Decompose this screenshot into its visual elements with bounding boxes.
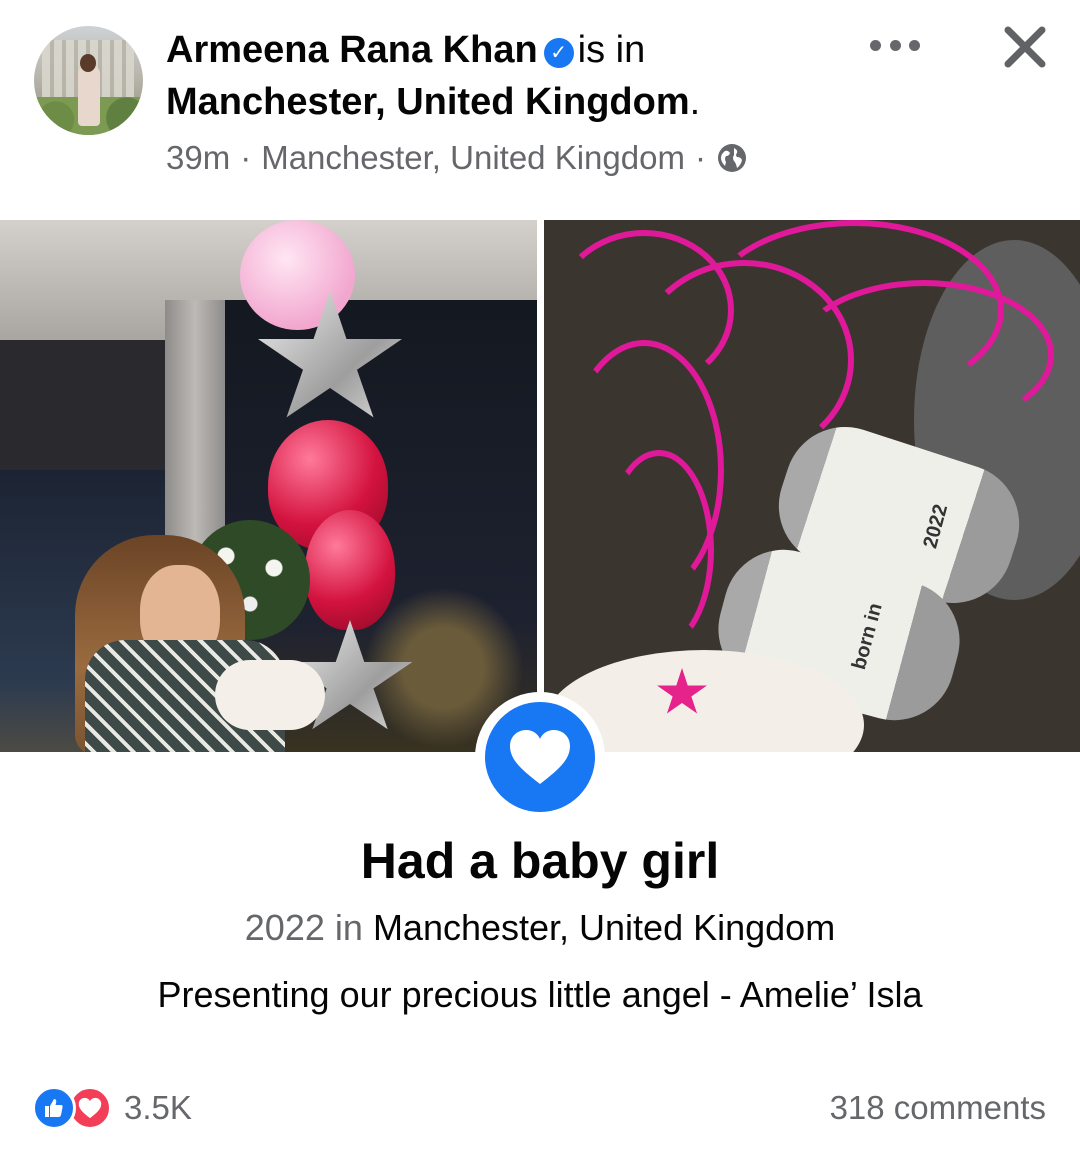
post-time[interactable]: 39m (166, 138, 230, 178)
like-icon (32, 1086, 76, 1130)
photo-baby-socks[interactable]: 2022 born in (544, 220, 1080, 752)
author-name[interactable]: Armeena Rana Khan (166, 29, 538, 71)
life-event-subtitle: 2022 in Manchester, United Kingdom (0, 905, 1080, 951)
comments-count-link[interactable]: 318 comments (830, 1086, 1046, 1130)
author-avatar[interactable] (34, 26, 143, 135)
life-event-year: 2022 (244, 907, 325, 948)
life-event-badge (475, 692, 605, 822)
meta-location[interactable]: Manchester, United Kingdom (261, 138, 685, 178)
close-icon[interactable] (1000, 22, 1050, 72)
life-event-title: Had a baby girl (360, 833, 720, 889)
verified-badge-icon: ✓ (543, 38, 574, 68)
life-event-in: in (334, 907, 363, 948)
globe-icon (717, 144, 746, 172)
check-in-verb: is in (577, 29, 646, 71)
reaction-count: 3.5K (124, 1089, 192, 1126)
baby (215, 660, 325, 730)
photo-mother-with-baby[interactable] (0, 220, 537, 752)
check-in-location[interactable]: Manchester, United Kingdom (166, 81, 690, 123)
post-caption: Presenting our precious little angel - A… (157, 974, 923, 1015)
heart-balloon (305, 510, 395, 630)
post-meta: 39m · Manchester, United Kingdom · (166, 138, 748, 178)
post-card: Armeena Rana Khan ✓ is in Manchester, Unit… (0, 0, 1080, 1157)
meta-separator: · (694, 139, 706, 176)
more-options-icon[interactable] (870, 30, 920, 60)
reactions-summary[interactable]: 3.5K (32, 1086, 192, 1130)
meta-separator: · (240, 139, 252, 176)
post-header-text: Armeena Rana Khan ✓ is in Manchester, Unit… (166, 29, 701, 123)
heart-icon (510, 730, 570, 784)
life-event-place[interactable]: Manchester, United Kingdom (373, 907, 835, 948)
